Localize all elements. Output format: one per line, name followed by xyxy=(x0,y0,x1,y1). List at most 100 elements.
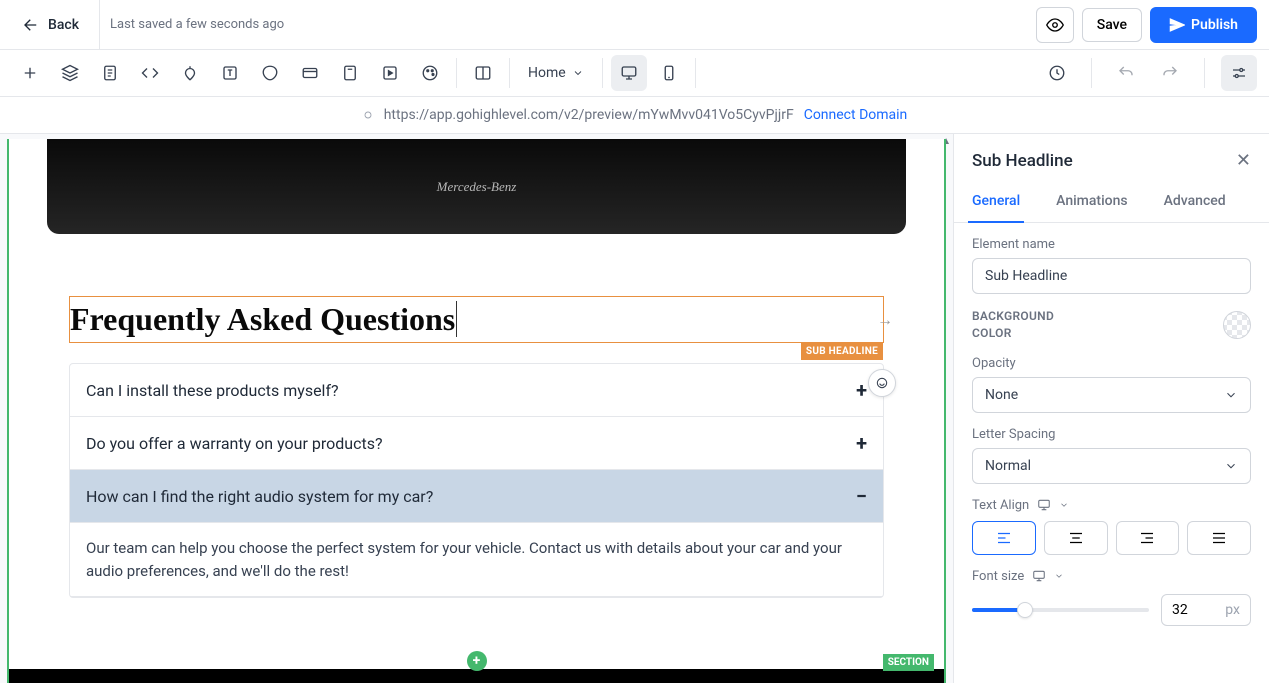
tab-advanced[interactable]: Advanced xyxy=(1160,185,1230,223)
preview-button[interactable] xyxy=(1036,7,1074,43)
calc-icon xyxy=(341,64,359,82)
hero-image[interactable]: Mercedes-Benz xyxy=(47,139,906,234)
back-button[interactable]: Back xyxy=(12,10,89,40)
collapse-icon[interactable]: − xyxy=(856,484,867,508)
palette-icon xyxy=(421,64,439,82)
history-button[interactable] xyxy=(1039,55,1075,91)
add-element-button[interactable] xyxy=(12,55,48,91)
chevron-down-icon xyxy=(1054,571,1064,581)
faq-item[interactable]: Do you offer a warranty on your products… xyxy=(70,417,883,470)
columns-button[interactable] xyxy=(465,55,501,91)
circle-icon xyxy=(362,109,374,121)
slider-thumb[interactable] xyxy=(1017,602,1033,618)
text-align-label: Text Align xyxy=(972,498,1029,513)
tab-animations[interactable]: Animations xyxy=(1052,185,1131,223)
canvas[interactable]: Mercedes-Benz Frequently Asked Questions… xyxy=(7,139,946,683)
properties-panel: Sub Headline ✕ General Animations Advanc… xyxy=(953,134,1269,683)
faq-item[interactable]: How can I find the right audio system fo… xyxy=(70,470,883,523)
footer-section[interactable] xyxy=(9,669,944,683)
bg-color-swatch[interactable] xyxy=(1223,311,1251,339)
ai-assist-button[interactable] xyxy=(868,369,896,397)
plus-icon xyxy=(21,64,39,82)
sliders-icon xyxy=(1230,64,1248,82)
code-button[interactable] xyxy=(132,55,168,91)
tab-general[interactable]: General xyxy=(968,185,1024,223)
opacity-label: Opacity xyxy=(972,356,1251,371)
bg-color-label: BACKGROUND COLOR xyxy=(972,308,1082,342)
url-bar: https://app.gohighlevel.com/v2/preview/m… xyxy=(0,97,1269,134)
mobile-view-button[interactable] xyxy=(651,55,687,91)
arrow-left-icon xyxy=(22,16,40,34)
font-size-slider[interactable] xyxy=(972,608,1149,612)
ai-icon xyxy=(875,376,889,390)
add-section-button[interactable]: + xyxy=(467,651,487,671)
align-center-button[interactable] xyxy=(1044,521,1108,555)
publish-button[interactable]: Publish xyxy=(1150,7,1257,43)
element-type-tag: SUB HEADLINE xyxy=(801,343,883,360)
layers-icon xyxy=(61,64,79,82)
shape-button[interactable] xyxy=(252,55,288,91)
theme-button[interactable] xyxy=(412,55,448,91)
card-button[interactable] xyxy=(292,55,328,91)
faq-question: How can I find the right audio system fo… xyxy=(86,487,433,506)
close-panel-button[interactable]: ✕ xyxy=(1236,150,1251,171)
connect-domain-link[interactable]: Connect Domain xyxy=(804,107,908,123)
align-left-button[interactable] xyxy=(972,521,1036,555)
expand-icon[interactable]: + xyxy=(856,431,867,455)
align-justify-icon xyxy=(1210,529,1228,547)
panel-title: Sub Headline xyxy=(972,151,1073,171)
faq-answer: Our team can help you choose the perfect… xyxy=(70,523,883,597)
undo-icon xyxy=(1117,64,1135,82)
page-selector[interactable]: Home xyxy=(518,59,594,87)
page-button[interactable] xyxy=(92,55,128,91)
opacity-select[interactable]: None xyxy=(972,377,1251,413)
align-center-icon xyxy=(1067,529,1085,547)
send-icon xyxy=(1169,17,1185,33)
font-size-label: Font size xyxy=(972,569,1024,584)
resize-handle[interactable]: → xyxy=(877,310,893,330)
monitor-icon xyxy=(1037,498,1051,512)
file-icon xyxy=(101,64,119,82)
section-type-tag: SECTION xyxy=(883,654,934,671)
desktop-view-button[interactable] xyxy=(611,55,647,91)
blob-icon xyxy=(261,64,279,82)
popup-button[interactable] xyxy=(172,55,208,91)
workspace: ▲ Mercedes-Benz Frequently Asked Questio… xyxy=(0,134,1269,683)
settings-button[interactable] xyxy=(1221,55,1257,91)
letter-spacing-label: Letter Spacing xyxy=(972,427,1251,442)
font-size-input[interactable]: 32 px xyxy=(1161,594,1251,626)
preview-url: https://app.gohighlevel.com/v2/preview/m… xyxy=(384,107,794,123)
undo-button[interactable] xyxy=(1108,55,1144,91)
subheadline-element[interactable]: Frequently Asked Questions → SUB HEADLIN… xyxy=(69,296,884,343)
faq-question: Can I install these products myself? xyxy=(86,381,339,400)
topbar: Back Last saved a few seconds ago Save P… xyxy=(0,0,1269,50)
faq-item[interactable]: Can I install these products myself? + xyxy=(70,364,883,417)
mobile-icon xyxy=(660,64,678,82)
redo-button[interactable] xyxy=(1152,55,1188,91)
back-label: Back xyxy=(48,17,79,33)
eye-icon xyxy=(1046,16,1064,34)
toolbar: Home xyxy=(0,50,1269,97)
letter-spacing-select[interactable]: Normal xyxy=(972,448,1251,484)
element-name-input[interactable] xyxy=(972,258,1251,294)
align-justify-button[interactable] xyxy=(1187,521,1251,555)
align-left-icon xyxy=(995,529,1013,547)
save-button[interactable]: Save xyxy=(1082,8,1142,42)
calculator-button[interactable] xyxy=(332,55,368,91)
headline-text[interactable]: Frequently Asked Questions xyxy=(70,301,457,337)
layers-button[interactable] xyxy=(52,55,88,91)
hero-brand-label: Mercedes-Benz xyxy=(437,179,517,195)
panel-tabs: General Animations Advanced xyxy=(954,185,1269,223)
align-right-button[interactable] xyxy=(1116,521,1180,555)
save-status: Last saved a few seconds ago xyxy=(110,17,284,32)
faq-accordion: Can I install these products myself? + D… xyxy=(69,363,884,598)
expand-icon[interactable]: + xyxy=(856,378,867,402)
columns-icon xyxy=(474,64,492,82)
element-name-label: Element name xyxy=(972,237,1251,252)
monitor-icon xyxy=(1032,569,1046,583)
video-button[interactable] xyxy=(372,55,408,91)
chevron-down-icon xyxy=(1224,388,1238,402)
popup-icon xyxy=(181,64,199,82)
text-button[interactable] xyxy=(212,55,248,91)
align-right-icon xyxy=(1138,529,1156,547)
